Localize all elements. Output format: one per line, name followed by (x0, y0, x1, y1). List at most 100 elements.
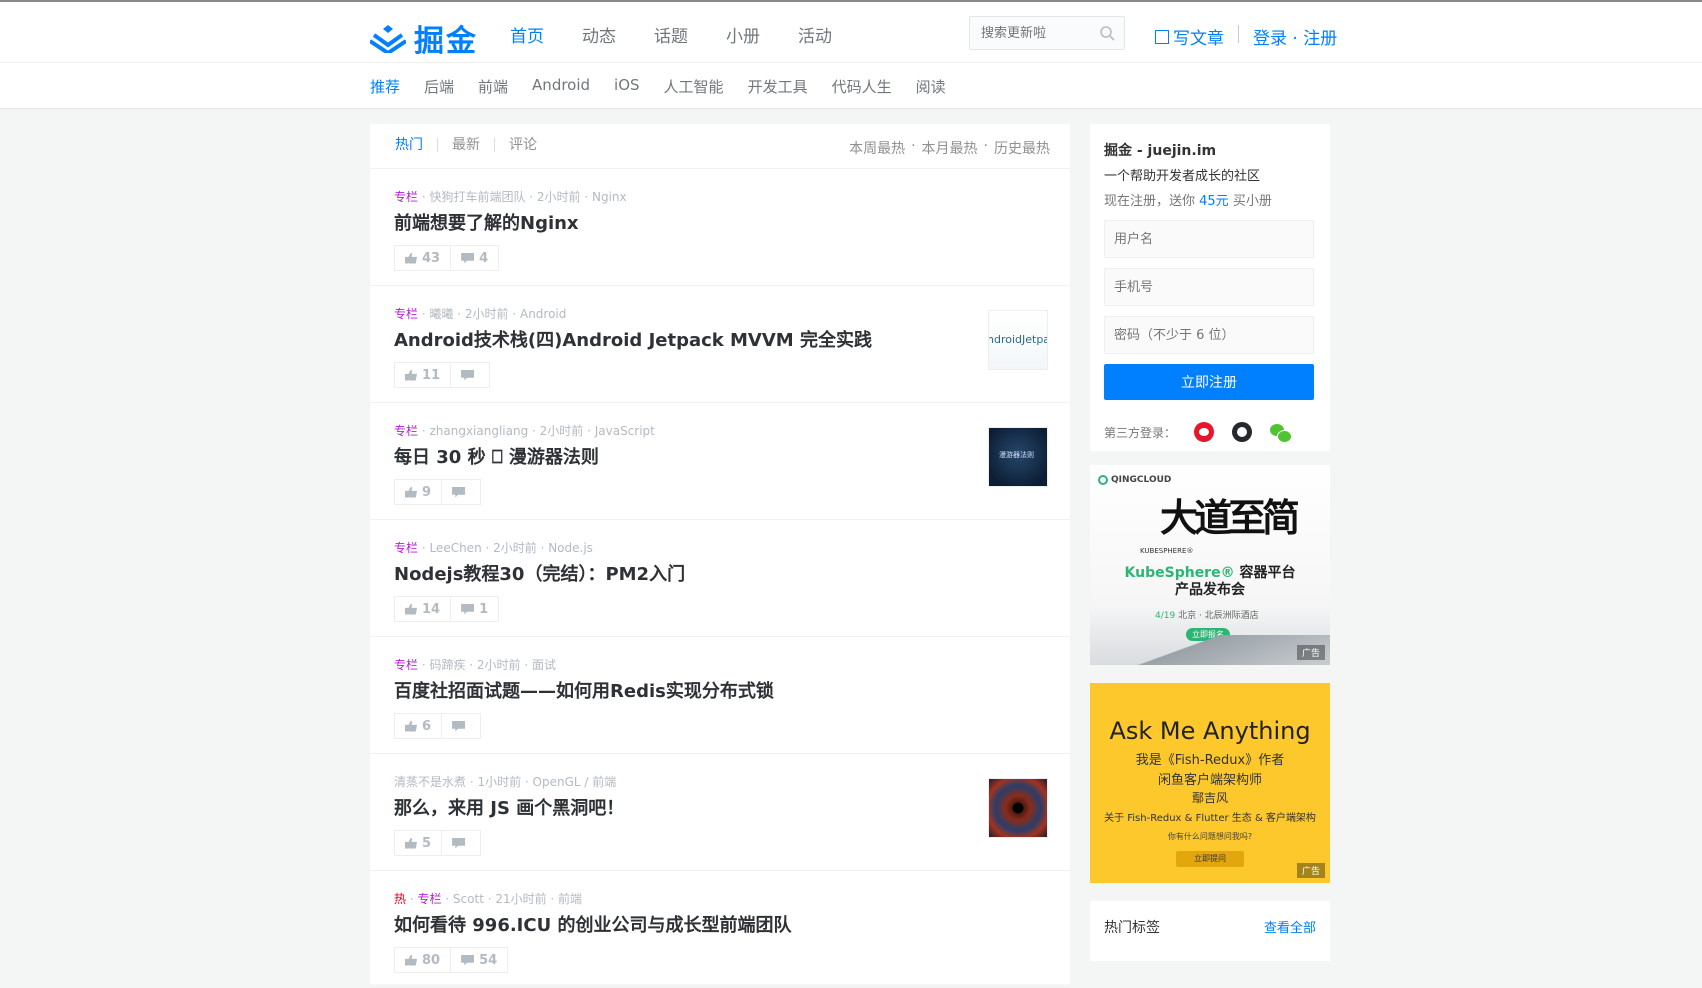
comment-button[interactable] (441, 714, 480, 738)
column-tag[interactable]: 专栏 (394, 658, 418, 672)
column-tag[interactable]: 专栏 (394, 307, 418, 321)
sort-week[interactable]: 本周最热 (849, 138, 905, 158)
sort-month[interactable]: 本月最热 (922, 138, 978, 158)
ama-ad[interactable]: Ask Me Anything 我是《Fish-Redux》作者 闲鱼客户端架构… (1090, 683, 1330, 883)
github-icon[interactable] (1232, 422, 1253, 442)
nav-home[interactable]: 首页 (510, 22, 544, 47)
search-icon[interactable] (1099, 25, 1115, 41)
category-ios[interactable]: iOS (614, 76, 640, 97)
comment-button[interactable]: 4 (450, 246, 498, 270)
tab-hot[interactable]: 热门 (395, 138, 437, 152)
write-article-button[interactable]: 写文章 (1155, 24, 1224, 49)
comment-button[interactable]: 1 (450, 597, 498, 621)
column-tag[interactable]: 专栏 (417, 892, 441, 906)
nav-activity[interactable]: 动态 (582, 22, 616, 47)
like-button[interactable]: 43 (395, 246, 450, 270)
ad-calligraphy: 大道至简 (1160, 495, 1300, 540)
site-logo[interactable]: 掘金 (370, 16, 478, 60)
category-life[interactable]: 代码人生 (832, 76, 892, 97)
meta-text: · zhangxiangliang · 2小时前 · JavaScript (418, 424, 655, 438)
article-thumbnail[interactable] (988, 778, 1048, 838)
article-meta: 专栏 · 码蹄疾 · 2小时前 · 面试 (394, 656, 556, 673)
article-item[interactable]: 专栏 · LeeChen · 2小时前 · Node.js Nodejs教程30… (370, 520, 1070, 637)
comment-button[interactable] (441, 831, 480, 855)
article-thumbnail[interactable]: 漫游器法则 (988, 427, 1048, 487)
article-item[interactable]: 专栏 · 快狗打车前端团队 · 2小时前 · Nginx 前端想要了解的Ngin… (370, 169, 1070, 286)
view-all-tags-link[interactable]: 查看全部 (1264, 917, 1316, 936)
phone-field[interactable] (1104, 268, 1314, 306)
sort-history[interactable]: 历史最热 (994, 138, 1050, 158)
article-title[interactable]: 每日 30 秒 ⎕ 漫游器法则 (394, 443, 599, 469)
login-register-link[interactable]: 登录 · 注册 (1253, 24, 1337, 49)
headline-brand: KubeSphere® (1124, 565, 1235, 581)
comment-icon (452, 486, 466, 498)
kubesphere-ad[interactable]: QINGCLOUD 大道至简 KUBESPHERE® KubeSphere® 容… (1090, 465, 1330, 665)
wechat-icon[interactable] (1270, 422, 1293, 443)
like-button[interactable]: 5 (395, 831, 441, 855)
article-thumbnail[interactable]: ndroidJetpac (988, 310, 1048, 370)
category-frontend[interactable]: 前端 (478, 76, 508, 97)
comment-icon (461, 252, 475, 264)
article-item[interactable]: 专栏 · zhangxiangliang · 2小时前 · JavaScript… (370, 403, 1070, 520)
comment-button[interactable]: 54 (450, 948, 507, 972)
ad-badge: 广告 (1296, 863, 1325, 878)
nav-events[interactable]: 活动 (798, 22, 832, 47)
nav-books[interactable]: 小册 (726, 22, 760, 47)
article-title[interactable]: 百度社招面试题——如何用Redis实现分布式锁 (394, 677, 774, 703)
article-title[interactable]: 前端想要了解的Nginx (394, 209, 579, 235)
column-tag[interactable]: 专栏 (394, 541, 418, 555)
ad-mountain-decoration (1090, 635, 1330, 665)
article-title[interactable]: 那么，来用 JS 画个黑洞吧！ (394, 794, 624, 820)
comment-button[interactable] (441, 480, 480, 504)
tab-comments[interactable]: 评论 (494, 138, 551, 152)
thumbs-up-icon (405, 369, 417, 381)
sort-sep: · (983, 138, 988, 154)
article-item[interactable]: 热 · 专栏 · Scott · 21小时前 · 前端 如何看待 996.ICU… (370, 871, 1070, 988)
ama-line4: 关于 Fish-Redux & Flutter 生态 & 客户端架构 (1104, 813, 1316, 824)
search-box (969, 16, 1125, 50)
like-button[interactable]: 9 (395, 480, 441, 504)
like-button[interactable]: 14 (395, 597, 450, 621)
like-button[interactable]: 80 (395, 948, 450, 972)
hot-tags-panel: 热门标签 查看全部 (1090, 901, 1330, 961)
search-input[interactable] (970, 17, 1090, 49)
weibo-icon[interactable] (1194, 422, 1215, 442)
thumbs-up-icon (405, 720, 417, 732)
comment-button[interactable] (450, 363, 489, 387)
like-button[interactable]: 11 (395, 363, 450, 387)
comment-count: 4 (479, 250, 489, 266)
like-button[interactable]: 6 (395, 714, 441, 738)
tab-latest[interactable]: 最新 (437, 138, 494, 152)
ama-ask-button[interactable]: 立即提问 (1176, 851, 1244, 867)
column-tag[interactable]: 专栏 (394, 190, 418, 204)
article-title[interactable]: 如何看待 996.ICU 的创业公司与成长型前端团队 (394, 911, 791, 937)
article-title[interactable]: Android技术栈(四)Android Jetpack MVVM 完全实践 (394, 326, 872, 352)
register-button[interactable]: 立即注册 (1104, 364, 1314, 400)
brand-text: QINGCLOUD (1111, 475, 1172, 485)
top-header: 掘金 首页 动态 话题 小册 活动 写文章 登录 · 注册 (0, 0, 1702, 63)
column-tag[interactable]: 专栏 (394, 424, 418, 438)
category-ai[interactable]: 人工智能 (664, 76, 724, 97)
nav-topics[interactable]: 话题 (654, 22, 688, 47)
juejin-logo-icon (370, 25, 406, 53)
article-meta: 热 · 专栏 · Scott · 21小时前 · 前端 (394, 890, 582, 907)
category-reading[interactable]: 阅读 (916, 76, 946, 97)
article-actions: 6 (394, 713, 482, 739)
article-item[interactable]: 专栏 · 码蹄疾 · 2小时前 · 面试 百度社招面试题——如何用Redis实现… (370, 637, 1070, 754)
category-nav: 推荐 后端 前端 Android iOS 人工智能 开发工具 代码人生 阅读 (0, 63, 1702, 109)
meta-text: · 快狗打车前端团队 · 2小时前 · Nginx (418, 190, 627, 204)
article-item[interactable]: 专栏 · 曦曦 · 2小时前 · Android Android技术栈(四)An… (370, 286, 1070, 403)
username-field[interactable] (1104, 220, 1314, 258)
category-devtools[interactable]: 开发工具 (748, 76, 808, 97)
category-android[interactable]: Android (532, 76, 590, 97)
article-title[interactable]: Nodejs教程30（完结）：PM2入门 (394, 560, 685, 586)
article-item[interactable]: 清蒸不是水煮 · 1小时前 · OpenGL / 前端 那么，来用 JS 画个黑… (370, 754, 1070, 871)
category-backend[interactable]: 后端 (424, 76, 454, 97)
event-venue: 北京 · 北辰洲际酒店 (1175, 611, 1259, 621)
article-actions: 80 54 (394, 947, 509, 973)
like-count: 6 (422, 718, 432, 734)
comment-icon (461, 369, 475, 381)
thumbs-up-icon (405, 603, 417, 615)
category-recommend[interactable]: 推荐 (370, 76, 400, 97)
password-field[interactable] (1104, 316, 1314, 354)
